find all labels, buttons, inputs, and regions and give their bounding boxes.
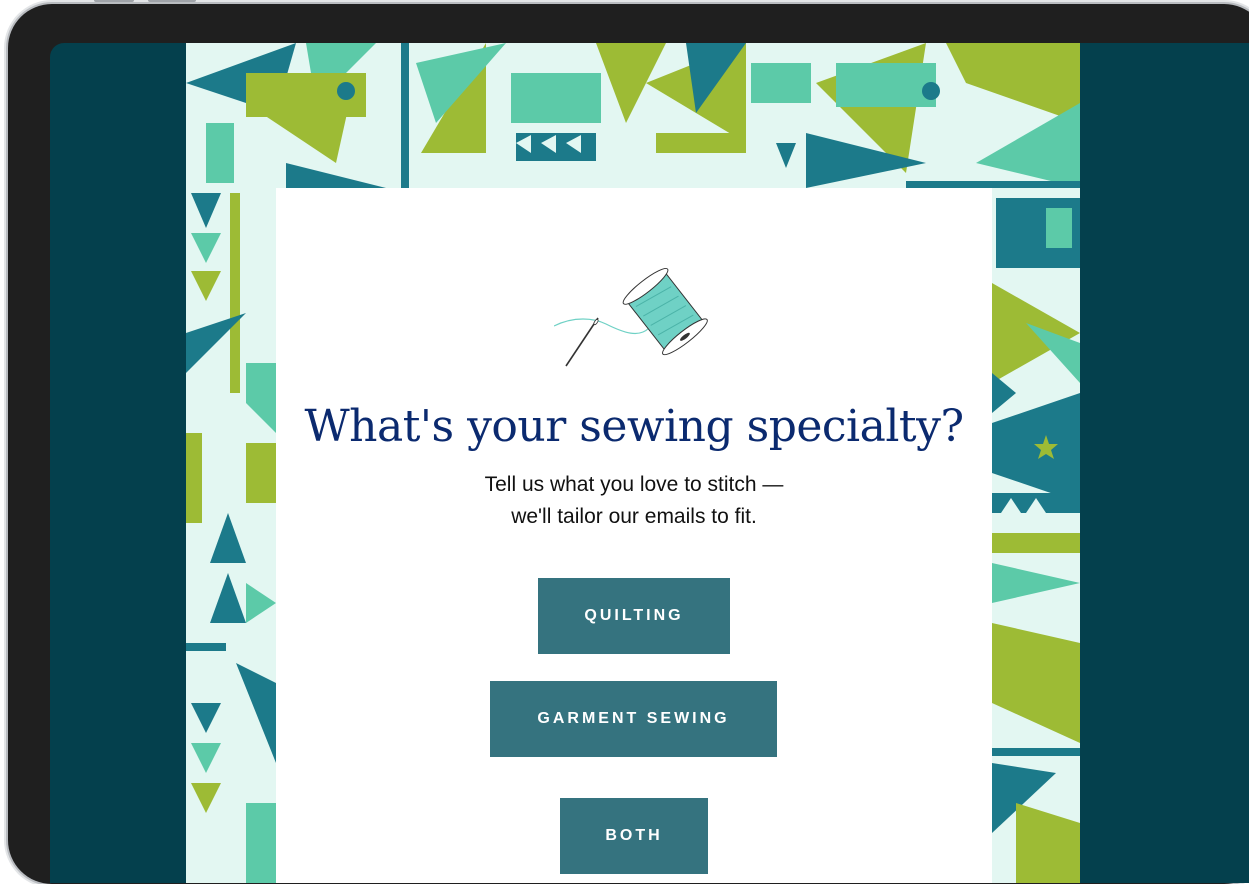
tablet-screen: What's your sewing specialty? Tell us wh…	[50, 43, 1249, 883]
volume-button	[94, 0, 134, 2]
needle-icon	[565, 317, 599, 367]
email-body: What's your sewing specialty? Tell us wh…	[186, 43, 1080, 883]
both-button[interactable]: BOTH	[560, 798, 708, 874]
subtext-line-2: we'll tailor our emails to fit.	[511, 505, 757, 528]
thread-spool-icon	[554, 267, 708, 367]
email-card: What's your sewing specialty? Tell us wh…	[276, 188, 992, 883]
garment-sewing-button[interactable]: GARMENT SEWING	[490, 681, 777, 757]
subtext-line-1: Tell us what you love to stitch —	[484, 473, 784, 496]
headline: What's your sewing specialty?	[304, 401, 964, 452]
quilting-button[interactable]: QUILTING	[538, 578, 730, 654]
subheading: Tell us what you love to stitch — we'll …	[276, 469, 992, 533]
tablet-frame: What's your sewing specialty? Tell us wh…	[8, 0, 1249, 884]
power-button	[148, 0, 196, 2]
